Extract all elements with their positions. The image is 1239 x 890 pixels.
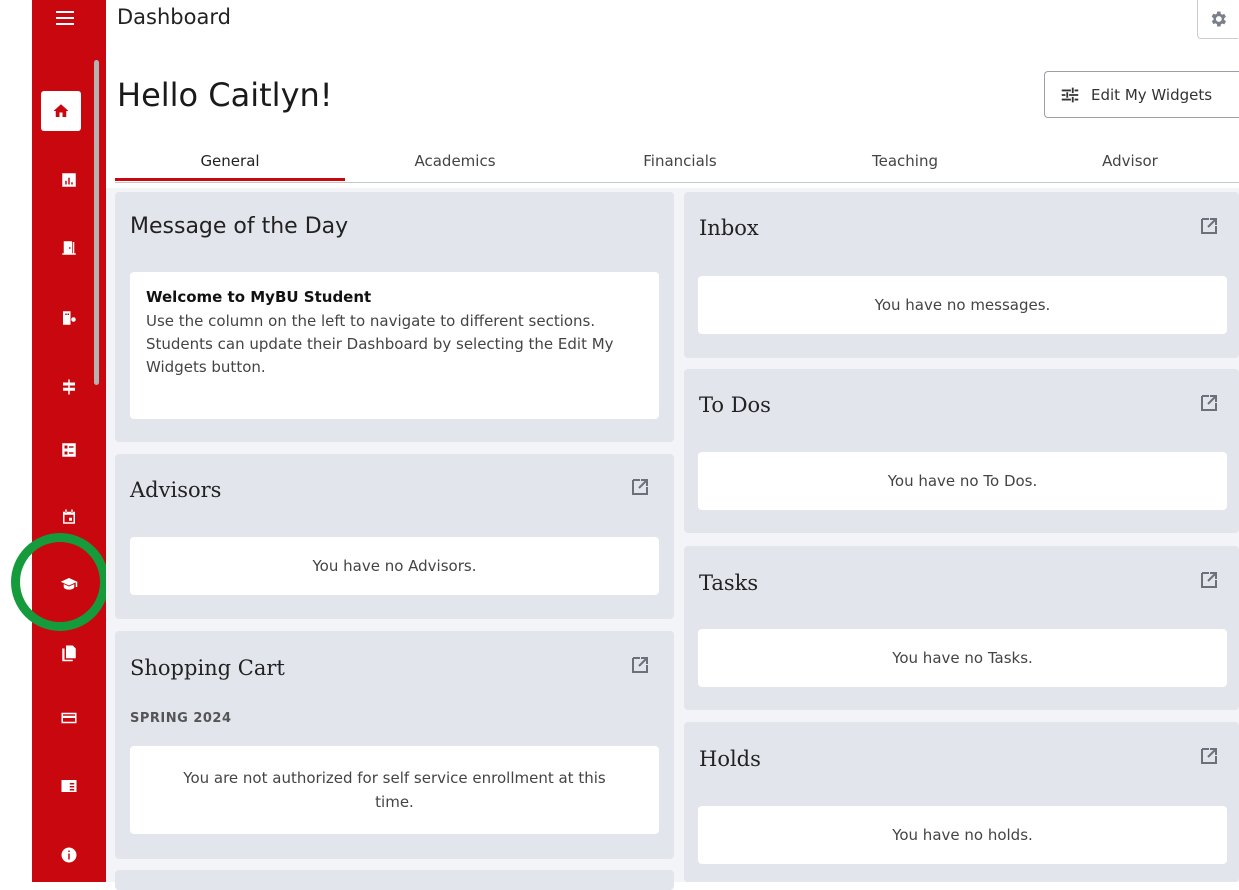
tab-label: Teaching (872, 152, 938, 170)
external-link-icon (632, 479, 648, 495)
sidebar-item-checklist[interactable] (53, 434, 85, 466)
tab-label: Financials (643, 152, 717, 170)
sidebar-item-info[interactable] (53, 839, 85, 871)
tasks-empty-message: You have no Tasks. (698, 629, 1227, 687)
home-icon (53, 104, 69, 117)
page-title: Dashboard (117, 5, 231, 29)
widget-inbox: Inbox You have no messages. (684, 192, 1239, 358)
motd-body: Use the column on the left to navigate t… (146, 312, 614, 376)
credit-card-icon (61, 712, 77, 724)
open-advisors-link[interactable] (630, 477, 650, 497)
inbox-empty-message: You have no messages. (698, 276, 1227, 334)
sidebar-item-news[interactable] (53, 770, 85, 802)
open-holds-link[interactable] (1199, 746, 1219, 766)
tab-label: General (200, 152, 260, 170)
edit-my-widgets-button[interactable]: Edit My Widgets (1044, 71, 1239, 118)
sidebar-item-planner[interactable] (53, 371, 85, 403)
tab-teaching[interactable]: Teaching (790, 140, 1020, 182)
empty-message: You have no messages. (874, 296, 1051, 314)
building-settings-icon (63, 311, 76, 325)
motd-heading: Welcome to MyBU Student (146, 288, 372, 306)
greeting-heading: Hello Caitlyn! (117, 76, 333, 114)
to-dos-empty-message: You have no To Dos. (698, 452, 1227, 510)
widget-title: Inbox (699, 216, 759, 240)
cart-message: You are not authorized for self service … (183, 769, 606, 811)
external-link-icon (1201, 748, 1217, 764)
edit-my-widgets-label: Edit My Widgets (1091, 85, 1213, 104)
sidebar-item-reports[interactable] (53, 164, 85, 196)
tab-advisor[interactable]: Advisor (1015, 140, 1239, 182)
widget-title: Advisors (130, 478, 222, 502)
widget-title: Message of the Day (130, 214, 349, 239)
tab-label: Academics (414, 152, 496, 170)
sidebar-item-documents[interactable] (53, 637, 85, 669)
widget-message-of-the-day: Message of the Day Welcome to MyBU Stude… (115, 192, 674, 442)
external-link-icon (1201, 572, 1217, 588)
calendar-icon (63, 509, 75, 524)
empty-message: You have no holds. (892, 826, 1033, 844)
open-shopping-cart-link[interactable] (630, 655, 650, 675)
widget-title: Tasks (699, 571, 759, 595)
chart-icon (62, 173, 76, 187)
sidebar-item-housing[interactable] (53, 232, 85, 264)
widget-to-dos: To Dos You have no To Dos. (684, 369, 1239, 533)
advisors-empty-message: You have no Advisors. (130, 537, 659, 595)
sidebar-item-campus-services[interactable] (53, 302, 85, 334)
sidebar-item-home[interactable] (41, 91, 81, 131)
tab-financials[interactable]: Financials (565, 140, 795, 182)
empty-message: You have no To Dos. (887, 472, 1038, 490)
tab-general[interactable]: General (115, 140, 345, 182)
widget-title: Holds (699, 747, 761, 771)
motd-message: Welcome to MyBU Student Use the column o… (130, 272, 659, 419)
external-link-icon (1201, 218, 1217, 234)
widget-title: Shopping Cart (130, 656, 285, 680)
dashboard-tabs: General Academics Financials Teaching Ad… (115, 140, 1239, 183)
hamburger-icon (56, 11, 74, 25)
term-label: SPRING 2024 (130, 711, 232, 726)
external-link-icon (632, 657, 648, 673)
shopping-cart-message: You are not authorized for self service … (130, 746, 659, 834)
list-icon (62, 443, 76, 457)
open-tasks-link[interactable] (1199, 570, 1219, 590)
newspaper-icon (61, 780, 77, 792)
holds-empty-message: You have no holds. (698, 806, 1227, 864)
empty-message: You have no Tasks. (892, 649, 1033, 667)
widget-title: To Dos (699, 393, 771, 417)
highlight-circle (11, 533, 109, 631)
open-to-dos-link[interactable] (1199, 393, 1219, 413)
tab-label: Advisor (1102, 152, 1158, 170)
sidebar-item-calendar[interactable] (53, 501, 85, 533)
widget-advisors: Advisors You have no Advisors. (115, 454, 674, 619)
widget-shopping-cart: Shopping Cart SPRING 2024 You are not au… (115, 631, 674, 859)
empty-message: You have no Advisors. (312, 557, 477, 575)
door-icon (62, 241, 76, 255)
documents-icon (62, 645, 76, 662)
info-icon (61, 847, 77, 863)
tab-academics[interactable]: Academics (340, 140, 570, 182)
sidebar-scrollbar[interactable] (94, 60, 99, 385)
widget-next (115, 870, 674, 890)
external-link-icon (1201, 395, 1217, 411)
open-inbox-link[interactable] (1199, 216, 1219, 236)
signpost-icon (63, 379, 75, 395)
sidebar-item-payments[interactable] (53, 702, 85, 734)
gear-icon (1211, 11, 1226, 27)
sliders-icon (1061, 87, 1079, 102)
settings-button[interactable] (1197, 0, 1238, 39)
menu-toggle-button[interactable] (53, 8, 77, 28)
widget-tasks: Tasks You have no Tasks. (684, 546, 1239, 710)
widget-holds: Holds You have no holds. (684, 722, 1239, 882)
active-tab-indicator (115, 178, 345, 181)
